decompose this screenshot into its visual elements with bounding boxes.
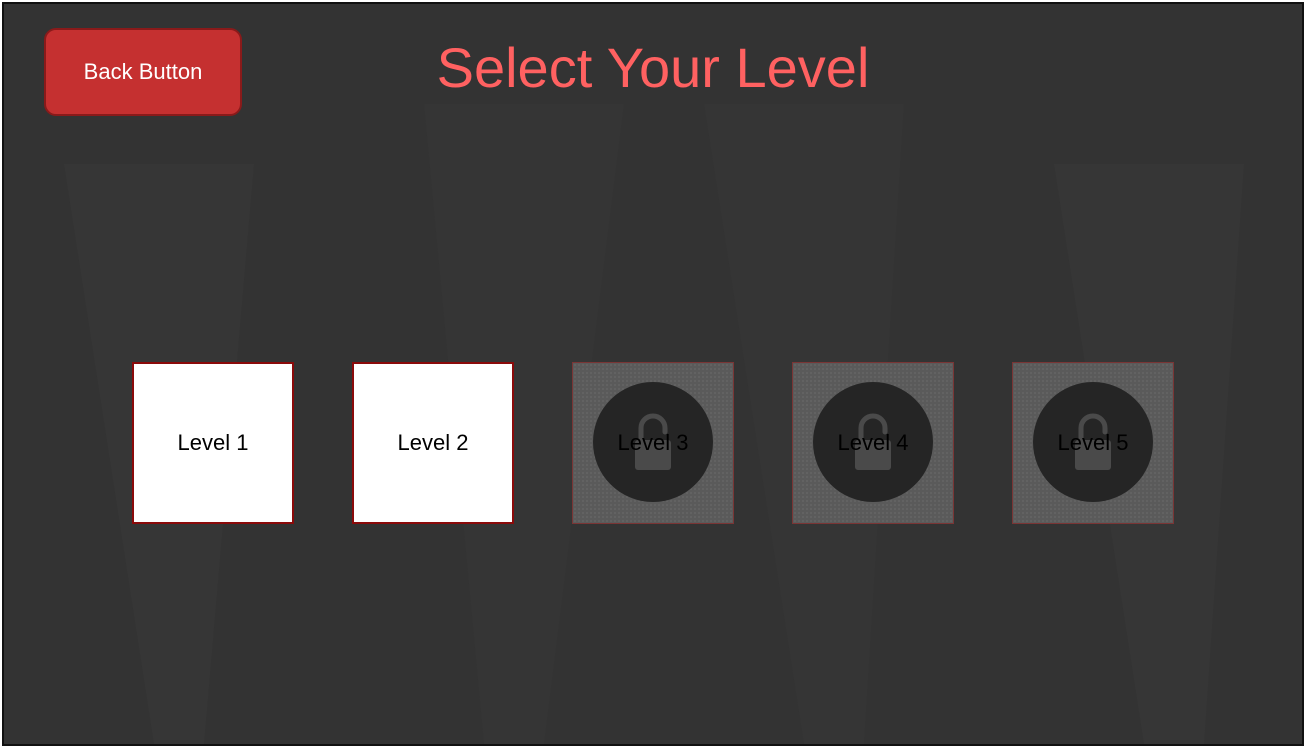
level-grid: Level 1 Level 2 Level 3 Level 4 Level 5: [132, 362, 1174, 524]
page-title: Select Your Level: [436, 36, 870, 99]
level-3-label: Level 3: [617, 430, 689, 455]
level-5-label: Level 5: [1057, 430, 1129, 455]
level-4-label: Level 4: [837, 430, 909, 455]
level-1-tile[interactable]: Level 1: [132, 362, 294, 524]
level-2-label: Level 2: [397, 430, 469, 455]
level-3-tile[interactable]: Level 3: [572, 362, 734, 524]
level-select-screen: Back Button Select Your Level Level 1 Le…: [2, 2, 1304, 746]
level-4-tile[interactable]: Level 4: [792, 362, 954, 524]
level-2-tile[interactable]: Level 2: [352, 362, 514, 524]
level-1-label: Level 1: [177, 430, 249, 455]
level-5-tile[interactable]: Level 5: [1012, 362, 1174, 524]
